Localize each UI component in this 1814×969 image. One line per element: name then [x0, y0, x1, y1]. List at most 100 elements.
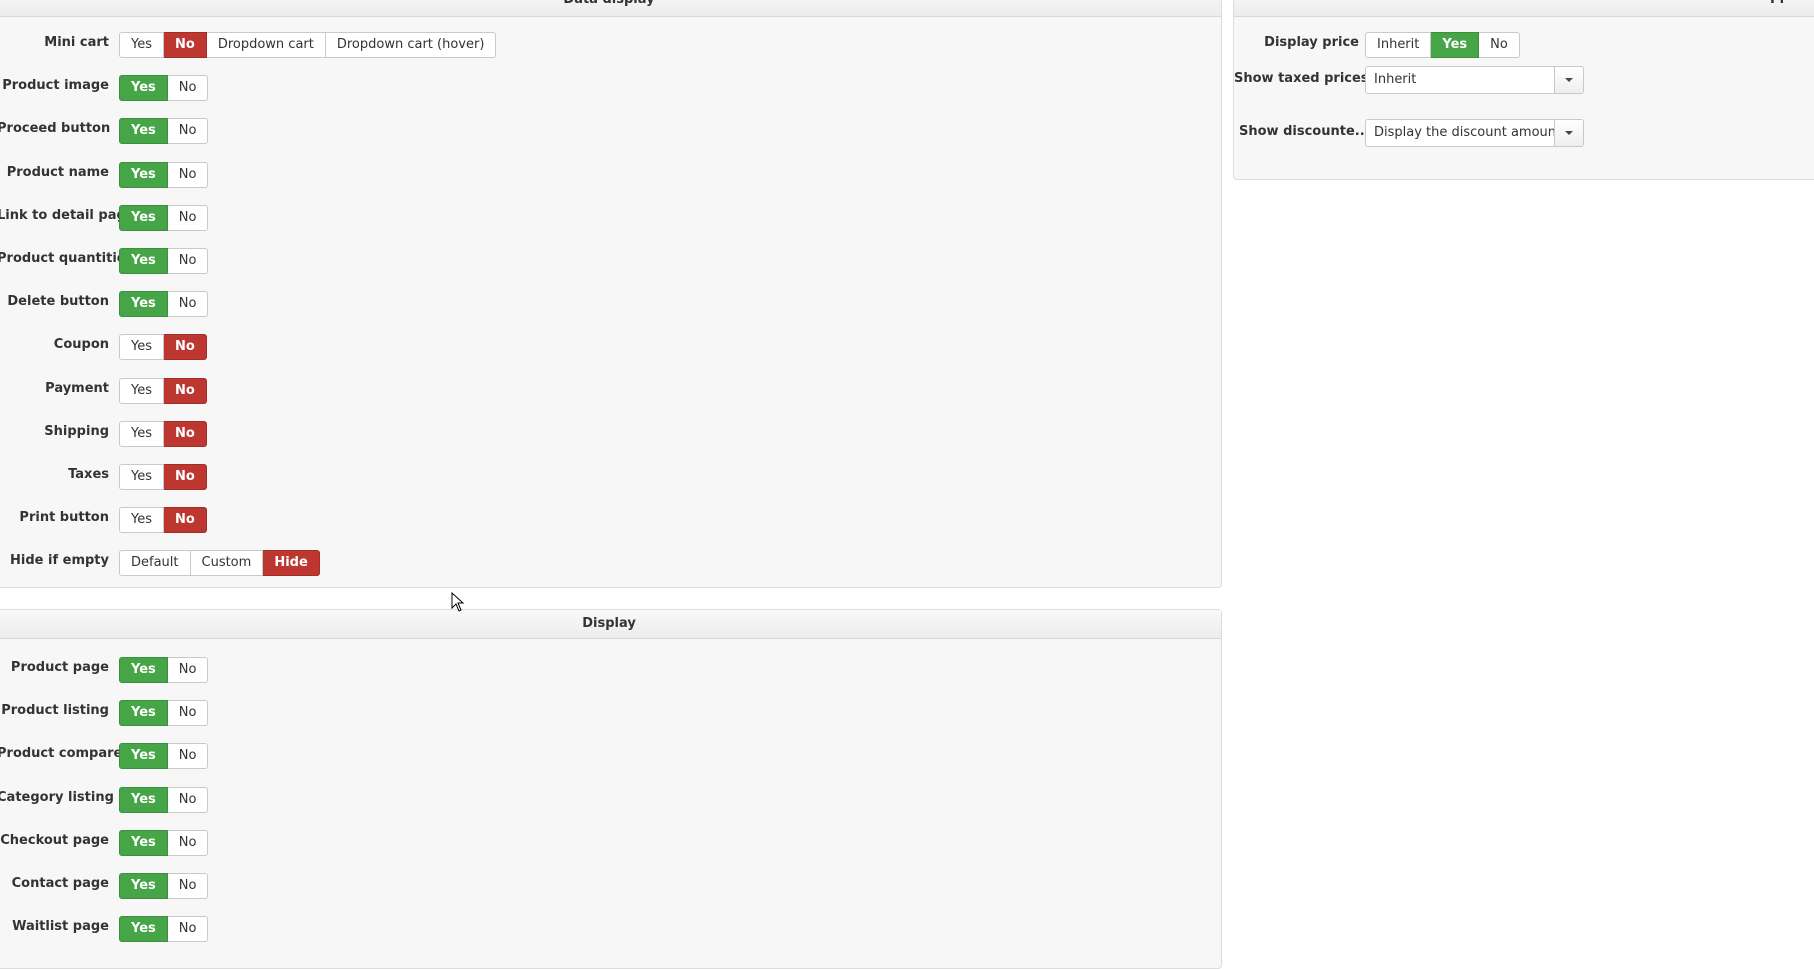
option-button[interactable]: Yes [119, 75, 168, 102]
option-button[interactable]: Default [119, 550, 191, 577]
option-button[interactable]: Yes [119, 464, 164, 490]
option-button[interactable]: No [167, 118, 209, 145]
display-price-option[interactable]: Yes [1431, 32, 1480, 58]
setting-toggle-group: Yes No [119, 786, 209, 813]
option-button[interactable]: No [167, 657, 209, 683]
option-button[interactable]: No [167, 786, 209, 813]
option-button[interactable]: Yes [119, 118, 168, 145]
setting-row: Product compare Yes No [0, 743, 1221, 770]
setting-toggle-group: Yes No [119, 700, 209, 727]
option-button[interactable]: No [167, 873, 209, 899]
option-button[interactable]: Hide [263, 550, 320, 577]
option-button[interactable]: Yes [119, 873, 168, 899]
setting-label: Delete button [7, 294, 109, 310]
chevron-down-icon [1554, 120, 1583, 146]
option-button[interactable]: Yes [119, 657, 168, 683]
setting-label: Shipping [44, 423, 109, 439]
show-discounted-select[interactable]: Display the discount amount [1365, 119, 1584, 147]
option-button[interactable]: Yes [119, 161, 168, 188]
option-button[interactable]: Yes [119, 32, 164, 58]
setting-label: Category listing [0, 789, 114, 805]
option-button[interactable]: Yes [119, 829, 168, 856]
price-panel-title-text: Pr [1770, 0, 1786, 7]
setting-label: Link to detail page [0, 207, 135, 223]
setting-row: Delete button Yes No [0, 291, 1221, 318]
option-button[interactable]: No [167, 916, 209, 943]
show-discounted-label: Show discounte... [1239, 124, 1370, 139]
setting-toggle-group: Yes No Dropdown cart Dropdown cart (hover) [119, 32, 497, 58]
setting-label: Payment [45, 380, 109, 396]
option-button[interactable]: No [164, 507, 207, 534]
setting-toggle-group: Yes No [119, 420, 207, 447]
setting-label: Mini cart [44, 35, 109, 50]
data-display-panel: Data display Mini cartYesNoDropdown cart… [0, 0, 1222, 588]
setting-row: Coupon Yes No [0, 334, 1221, 361]
option-button[interactable]: No [164, 464, 207, 490]
setting-row: Product image Yes No [0, 75, 1221, 102]
option-button[interactable]: Yes [119, 204, 168, 231]
display-panel: Display Product page Yes No Product listing… [0, 609, 1222, 969]
setting-toggle-group: Yes No [119, 916, 209, 943]
option-button[interactable]: Yes [119, 786, 168, 813]
option-button[interactable]: No [167, 248, 209, 274]
option-button[interactable]: Yes [119, 916, 168, 943]
option-button[interactable]: No [167, 204, 209, 231]
display-price-label: Display price [1264, 35, 1359, 50]
option-button[interactable]: No [167, 161, 209, 188]
setting-label: Waitlist page [12, 919, 109, 935]
setting-label: Hide if empty [10, 553, 109, 569]
show-taxed-prices-select[interactable]: Inherit [1365, 66, 1584, 94]
price-panel-title: Pr [1234, 0, 1814, 17]
setting-toggle-group: Yes No [119, 75, 209, 102]
display-title: Display [0, 610, 1221, 639]
setting-toggle-group: Yes No [119, 464, 207, 490]
setting-label: Checkout page [0, 832, 109, 848]
setting-row: Proceed button Yes No [0, 118, 1221, 145]
option-button[interactable]: Dropdown cart [206, 32, 326, 58]
option-button[interactable]: Custom [190, 550, 264, 577]
option-button[interactable]: No [167, 829, 209, 856]
option-button[interactable]: No [164, 377, 207, 404]
display-price-toggle: Inherit Yes No [1365, 32, 1520, 58]
display-price-option[interactable]: No [1479, 32, 1520, 58]
setting-row: Link to detail page Yes No [0, 204, 1221, 231]
setting-label: Product quantities [0, 251, 134, 266]
setting-toggle-group: Yes No [119, 118, 209, 145]
setting-toggle-group: Yes No [119, 204, 209, 231]
option-button[interactable]: No [167, 75, 209, 102]
option-button[interactable]: No [164, 420, 207, 447]
setting-row: Checkout page Yes No [0, 829, 1221, 856]
option-button[interactable]: No [164, 32, 207, 58]
setting-row: Product name Yes No [0, 161, 1221, 188]
setting-label: Coupon [53, 337, 109, 353]
setting-row: Payment Yes No [0, 377, 1221, 404]
show-taxed-prices-value: Inherit [1374, 72, 1417, 87]
option-button[interactable]: Yes [119, 507, 164, 534]
option-button[interactable]: Yes [119, 291, 168, 318]
option-button[interactable]: Yes [119, 700, 168, 727]
setting-toggle-group: Yes No [119, 873, 209, 899]
option-button[interactable]: Yes [119, 377, 164, 404]
setting-row: Contact page Yes No [0, 873, 1221, 899]
option-button[interactable]: Yes [119, 743, 168, 770]
option-button[interactable]: Yes [119, 334, 164, 361]
setting-label: Print button [19, 510, 109, 526]
setting-row: Mini cart Yes No Dropdown cart Dropdown cart… [0, 32, 1221, 58]
option-button[interactable]: Dropdown cart (hover) [325, 32, 497, 58]
setting-toggle-group: Yes No [119, 743, 209, 770]
show-taxed-prices-label: Show taxed prices [1234, 71, 1369, 86]
option-button[interactable]: No [167, 743, 209, 770]
display-price-option[interactable]: Inherit [1365, 32, 1432, 58]
setting-label: Product listing [1, 703, 109, 719]
setting-row: Shipping Yes No [0, 420, 1221, 447]
setting-toggle-group: Yes No [119, 248, 209, 274]
option-button[interactable]: No [167, 291, 209, 318]
price-panel: Pr Display price InheritYesNo Show taxed… [1233, 0, 1814, 180]
option-button[interactable]: No [167, 700, 209, 727]
option-button[interactable]: Yes [119, 420, 164, 447]
option-button[interactable]: No [164, 334, 207, 361]
setting-toggle-group: Yes No [119, 334, 207, 361]
setting-label: Contact page [11, 876, 109, 891]
setting-row: Product listing Yes No [0, 700, 1221, 727]
option-button[interactable]: Yes [119, 248, 168, 274]
